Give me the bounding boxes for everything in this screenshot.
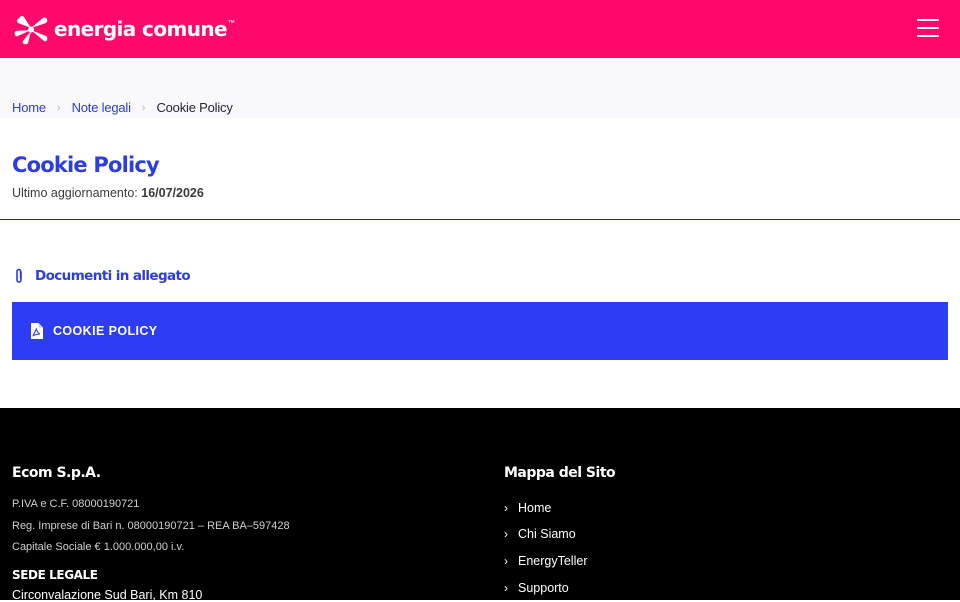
footer-nav-energyteller[interactable]: › EnergyTeller	[504, 554, 587, 568]
footer-company-name: Ecom S.p.A.	[12, 465, 101, 481]
site-footer: Ecom S.p.A. P.IVA e C.F. 08000190721 Reg…	[0, 408, 960, 602]
last-updated: Ultimo aggiornamento: 16/07/2026	[12, 186, 204, 200]
breadcrumb-separator-icon: ›	[56, 101, 61, 114]
hamburger-menu-button[interactable]	[914, 17, 942, 39]
footer-nav-home-label: Home	[518, 501, 552, 515]
hamburger-menu-icon-bottom	[917, 35, 939, 37]
footer-sitemap-title: Mappa del Sito	[504, 465, 616, 481]
trademark-symbol: ™	[227, 19, 235, 27]
brand-logo[interactable]: energia comune ™	[14, 14, 235, 46]
footer-capital-line: Capitale Sociale € 1.000.000,00 i.v.	[12, 541, 185, 553]
footer-nav-chi-siamo[interactable]: › Chi Siamo	[504, 527, 576, 541]
footer-nav-supporto[interactable]: › Supporto	[504, 581, 569, 595]
footer-nav-supporto-label: Supporto	[518, 581, 569, 595]
last-updated-label: Ultimo aggiornamento:	[12, 186, 138, 200]
energia-comune-logo-icon	[14, 16, 48, 45]
page-title: Cookie Policy	[12, 153, 160, 177]
chevron-right-icon: ›	[504, 527, 508, 541]
breadcrumb-home-link[interactable]: Home	[12, 100, 46, 115]
breadcrumb-note-legali-link[interactable]: Note legali	[72, 100, 131, 115]
breadcrumb: Home › Note legali › Cookie Policy	[12, 100, 233, 115]
breadcrumb-separator-icon: ›	[141, 101, 146, 114]
brand-name: energia comune	[54, 17, 228, 41]
attachments-heading: Documenti in allegato	[12, 268, 191, 284]
footer-vat-line: P.IVA e C.F. 08000190721	[12, 498, 140, 510]
chevron-right-icon: ›	[504, 581, 508, 595]
hamburger-menu-icon	[917, 19, 939, 21]
footer-registry-line: Reg. Imprese di Bari n. 08000190721 – RE…	[12, 520, 290, 532]
footer-nav-home[interactable]: › Home	[504, 501, 551, 515]
footer-nav-energyteller-label: EnergyTeller	[518, 554, 588, 568]
breadcrumb-current: Cookie Policy	[156, 100, 233, 115]
footer-sede-heading: SEDE LEGALE	[12, 568, 98, 582]
title-divider	[0, 219, 960, 220]
site-header: energia comune ™	[0, 0, 960, 58]
chevron-right-icon: ›	[504, 501, 508, 515]
attachments-heading-label: Documenti in allegato	[35, 268, 191, 284]
cookie-policy-download-label: COOKIE POLICY	[53, 324, 158, 338]
footer-nav-chi-siamo-label: Chi Siamo	[518, 527, 576, 541]
last-updated-date: 16/07/2026	[141, 186, 204, 200]
paperclip-icon	[16, 268, 22, 283]
hamburger-menu-icon-middle	[917, 27, 939, 29]
pdf-file-icon	[31, 323, 43, 339]
cookie-policy-download-button[interactable]: COOKIE POLICY	[12, 302, 948, 360]
chevron-right-icon: ›	[504, 554, 508, 568]
